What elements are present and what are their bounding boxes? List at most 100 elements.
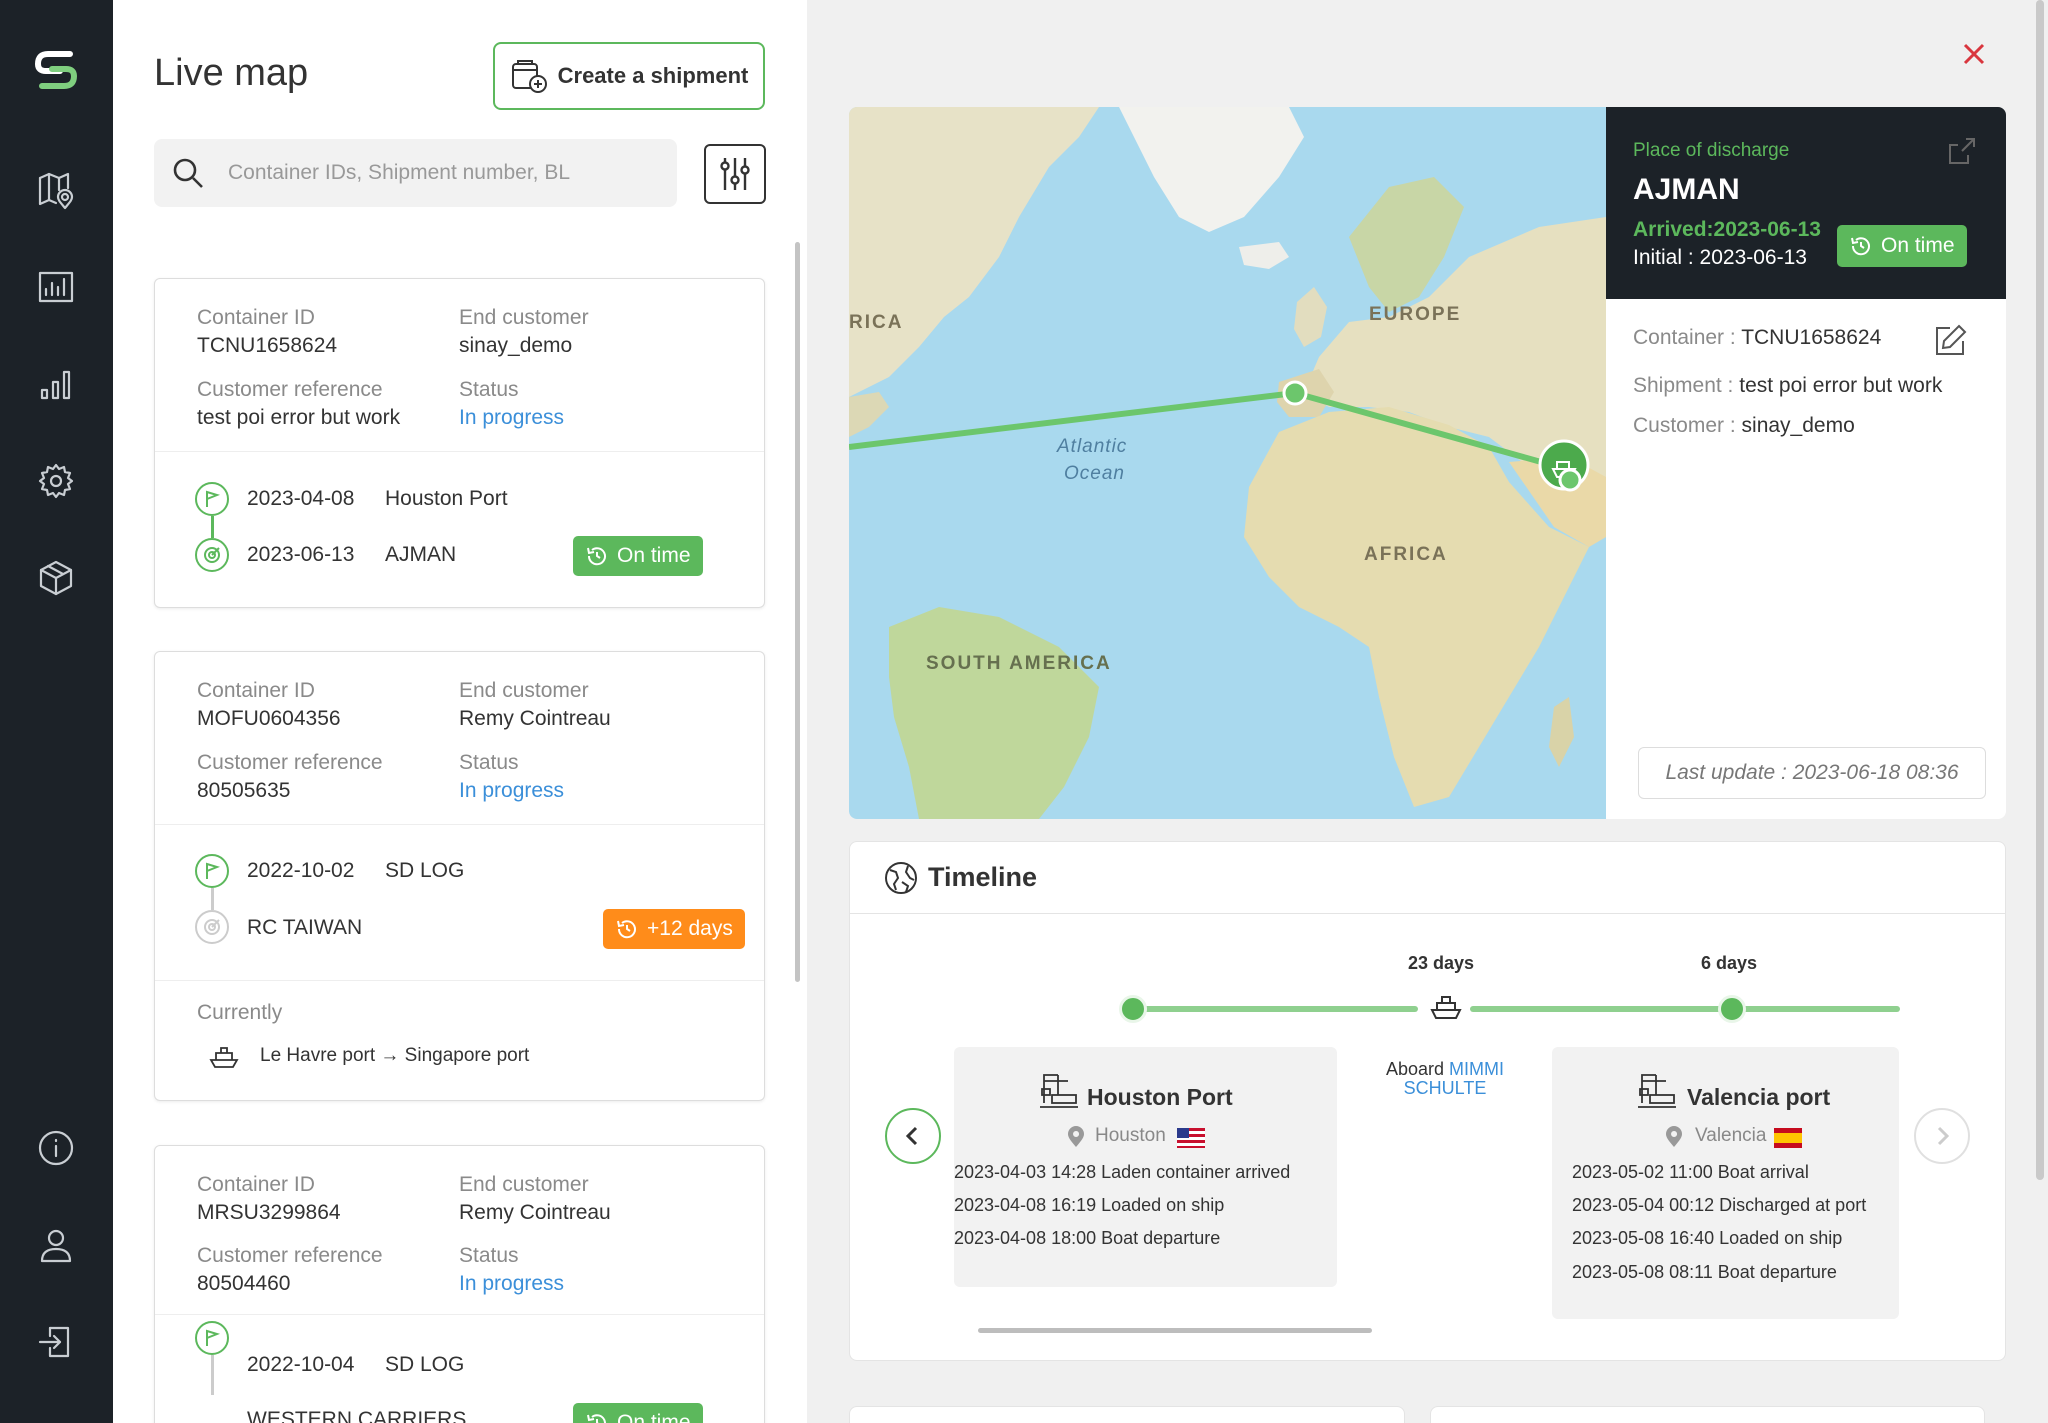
chevron-right-icon <box>1930 1124 1954 1148</box>
destination-marker <box>195 910 229 944</box>
timeline-title: Timeline <box>928 862 1037 893</box>
create-shipment-button[interactable]: Create a shipment <box>493 42 765 110</box>
map-label-africa: AFRICA <box>1364 544 1448 565</box>
location-pin-icon <box>1066 1126 1086 1148</box>
timeline-track <box>1133 1006 1418 1012</box>
timeline-next-button[interactable] <box>1914 1108 1970 1164</box>
container-id-field: Container ID TCNU1658624 <box>197 304 337 361</box>
port-city: Valencia <box>1695 1125 1766 1147</box>
port-event: 2023-04-08 16:19 Loaded on ship <box>954 1195 1224 1216</box>
globe-icon <box>882 858 920 898</box>
flag-icon <box>202 1328 222 1348</box>
timeline-stop[interactable] <box>1119 995 1147 1023</box>
shipment-card[interactable]: Container ID MOFU0604356 End customer Re… <box>154 651 765 1101</box>
spain-flag-icon <box>1774 1128 1802 1148</box>
clock-history-icon <box>615 917 639 941</box>
edit-icon[interactable] <box>1932 323 1968 359</box>
chevron-left-icon <box>901 1124 925 1148</box>
segment-duration: 23 days <box>1408 953 1474 974</box>
user-icon <box>36 1225 76 1265</box>
logout-nav-button[interactable] <box>30 1316 82 1368</box>
world-map[interactable]: EUROPE AFRICA SOUTH AMERICA RICA Atlanti… <box>849 107 1606 819</box>
customer-row: Customer : sinay_demo <box>1633 414 1855 438</box>
share-icon[interactable] <box>1946 135 1978 167</box>
destination-port: WESTERN CARRIERS <box>247 1408 466 1423</box>
container-id-field: Container ID MRSU3299864 <box>197 1171 341 1228</box>
destination-port: RC TAIWAN <box>247 916 362 940</box>
destination-date: 2023-06-13 <box>247 543 354 567</box>
timeline-scrollbar[interactable] <box>978 1328 1372 1333</box>
status-badge: On time <box>573 536 703 576</box>
origin-marker <box>195 854 229 888</box>
map-label-ocean: Ocean <box>1064 463 1125 484</box>
settings-nav-button[interactable] <box>30 455 82 507</box>
container-id-field: Container ID MOFU0604356 <box>197 677 341 734</box>
end-customer-field: End customer Remy Cointreau <box>459 677 611 734</box>
profile-nav-button[interactable] <box>30 1219 82 1271</box>
port-event: 2023-05-04 00:12 Discharged at port <box>1572 1195 1866 1216</box>
search-input[interactable] <box>228 161 668 185</box>
arrived-date: Arrived:2023-06-13 <box>1633 218 1821 242</box>
discharge-info: Place of discharge AJMAN Arrived:2023-06… <box>1606 107 2006 299</box>
currently-label: Currently <box>197 1001 282 1025</box>
dashboard-nav-button[interactable] <box>30 261 82 313</box>
origin-port: SD LOG <box>385 859 464 883</box>
shipment-card[interactable]: Container ID MRSU3299864 End customer Re… <box>154 1145 765 1423</box>
statistics-nav-button[interactable] <box>30 358 82 410</box>
search-icon <box>170 155 206 191</box>
map-label-europe: EUROPE <box>1369 304 1461 325</box>
location-pin-icon <box>1664 1126 1684 1148</box>
us-flag-icon <box>1177 1128 1205 1148</box>
port-name: Houston Port <box>1087 1084 1233 1111</box>
last-update: Last update : 2023-06-18 08:36 <box>1638 747 1986 799</box>
container-id: MOFU0604356 <box>197 705 341 733</box>
clock-history-icon <box>585 1411 609 1423</box>
end-customer: sinay_demo <box>459 332 589 360</box>
origin-date: 2022-10-02 <box>247 859 354 883</box>
box-icon <box>36 558 76 598</box>
customer-reference: 80505635 <box>197 777 383 805</box>
sliders-icon <box>715 154 755 194</box>
list-scrollbar[interactable] <box>795 242 800 982</box>
timeline-prev-button[interactable] <box>885 1108 941 1164</box>
map-pin-icon <box>36 170 76 210</box>
end-customer: Remy Cointreau <box>459 1199 611 1227</box>
timeline-stop[interactable] <box>1718 995 1746 1023</box>
filter-button[interactable] <box>704 144 766 204</box>
end-customer-field: End customer Remy Cointreau <box>459 1171 611 1228</box>
timeline-track <box>1470 1006 1900 1012</box>
discharge-port: AJMAN <box>1633 173 1740 207</box>
current-leg: Le Havre port → Singapore port <box>260 1045 529 1067</box>
info-nav-button[interactable] <box>30 1122 82 1174</box>
port-event: 2023-04-08 18:00 Boat departure <box>954 1228 1220 1249</box>
gear-icon <box>36 461 76 501</box>
status-badge: On time <box>1837 225 1967 267</box>
live-map-nav-button[interactable] <box>30 164 82 216</box>
container-value: TCNU1658624 <box>1741 326 1881 349</box>
route-line <box>211 888 214 910</box>
origin-port: Houston Port <box>385 487 508 511</box>
create-shipment-label: Create a shipment <box>558 63 749 89</box>
page-scrollbar[interactable] <box>2036 0 2044 1180</box>
port-name: Valencia port <box>1687 1084 1830 1111</box>
flag-icon <box>202 489 222 509</box>
port-card: Valencia port Valencia 2023-05-02 11:00 … <box>1552 1047 1899 1319</box>
containers-nav-button[interactable] <box>30 552 82 604</box>
initial-date: Initial : 2023-06-13 <box>1633 246 1807 270</box>
shipment-card[interactable]: Container ID TCNU1658624 End customer si… <box>154 278 765 608</box>
bottom-panel <box>849 1406 1405 1423</box>
route-line <box>211 1355 214 1395</box>
close-button[interactable] <box>1956 36 1992 72</box>
origin-date-text: 2022-10-04 <box>247 1353 354 1377</box>
customer-reference-field: Customer reference test poi error but wo… <box>197 376 400 433</box>
logout-icon <box>36 1322 76 1362</box>
search-box <box>154 139 677 207</box>
container-id: TCNU1658624 <box>197 332 337 360</box>
logo[interactable] <box>30 44 82 96</box>
place-of-discharge-label: Place of discharge <box>1633 140 1789 162</box>
route-line <box>211 516 214 538</box>
shipment-row: Shipment : test poi error but work <box>1633 374 1942 398</box>
bottom-panel <box>1430 1406 1985 1423</box>
delay-badge: +12 days <box>603 909 745 949</box>
port-crane-icon <box>1038 1069 1080 1109</box>
